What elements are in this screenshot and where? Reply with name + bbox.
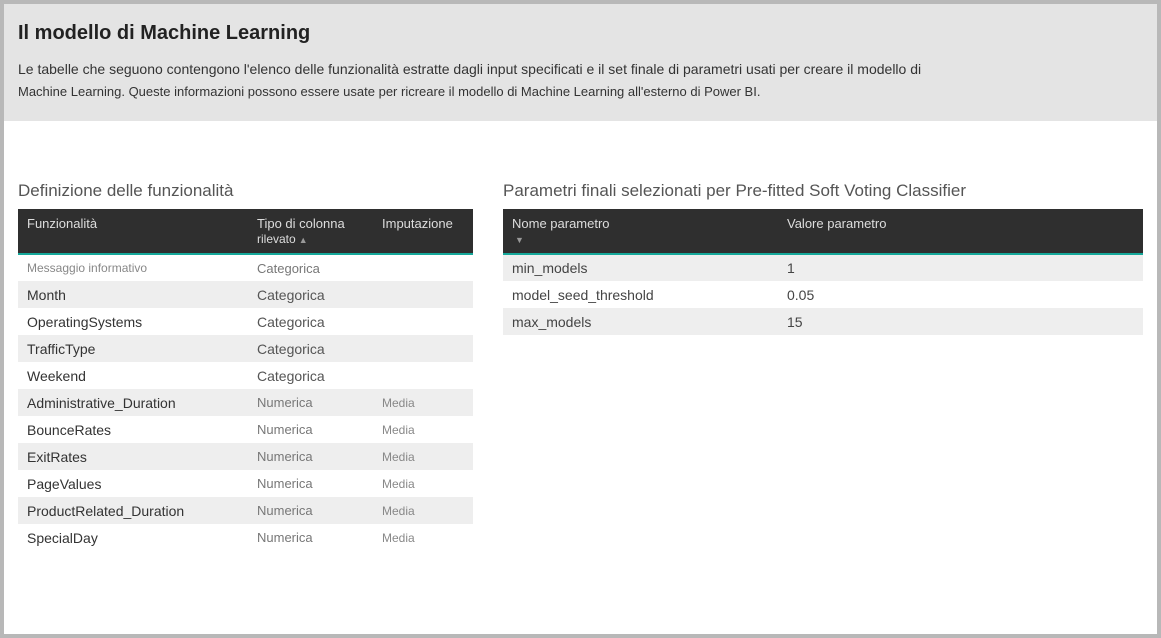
header: Il modello di Machine Learning Le tabell… [4, 4, 1157, 121]
sort-desc-icon: ▼ [515, 235, 524, 245]
table-row: model_seed_threshold0.05 [503, 281, 1143, 308]
feature-type: Categorica [248, 362, 373, 389]
param-name: min_models [503, 254, 778, 281]
feature-imputation: Media [373, 443, 473, 470]
sort-asc-icon: ▲ [299, 235, 308, 245]
features-section-title: Definizione delle funzionalità [18, 181, 473, 201]
table-row: Administrative_DurationNumericaMedia [18, 389, 473, 416]
feature-imputation [373, 281, 473, 308]
feature-name: BounceRates [18, 416, 248, 443]
table-row: ProductRelated_DurationNumericaMedia [18, 497, 473, 524]
feature-name: Month [18, 281, 248, 308]
feature-type: Categorica [248, 335, 373, 362]
feature-type: Numerica [248, 470, 373, 497]
feature-imputation [373, 335, 473, 362]
page-container: Il modello di Machine Learning Le tabell… [4, 4, 1157, 634]
table-row: Messaggio informativoCategorica [18, 254, 473, 281]
feature-type: Numerica [248, 443, 373, 470]
table-row: PageValuesNumericaMedia [18, 470, 473, 497]
feature-type: Numerica [248, 389, 373, 416]
params-table: Nome parametro▼ Valore parametro min_mod… [503, 209, 1143, 335]
table-row: MonthCategorica [18, 281, 473, 308]
param-value: 1 [778, 254, 1143, 281]
table-row: max_models15 [503, 308, 1143, 335]
table-row: min_models1 [503, 254, 1143, 281]
param-name: max_models [503, 308, 778, 335]
param-value: 15 [778, 308, 1143, 335]
feature-imputation [373, 308, 473, 335]
feature-type: Numerica [248, 497, 373, 524]
feature-name: Administrative_Duration [18, 389, 248, 416]
feature-name: SpecialDay [18, 524, 248, 551]
feature-type: Categorica [248, 308, 373, 335]
feature-imputation: Media [373, 497, 473, 524]
feature-name: TrafficType [18, 335, 248, 362]
feature-imputation [373, 254, 473, 281]
feature-imputation: Media [373, 416, 473, 443]
features-table: Funzionalità Tipo di colonna rilevato▲ I… [18, 209, 473, 551]
feature-type: Categorica [248, 281, 373, 308]
feature-name: PageValues [18, 470, 248, 497]
params-section-title: Parametri finali selezionati per Pre-fit… [503, 181, 1143, 201]
feature-name: Messaggio informativo [18, 254, 248, 281]
table-row: SpecialDayNumericaMedia [18, 524, 473, 551]
table-row: ExitRatesNumericaMedia [18, 443, 473, 470]
params-col-value[interactable]: Valore parametro [778, 209, 1143, 254]
feature-name: OperatingSystems [18, 308, 248, 335]
feature-imputation: Media [373, 524, 473, 551]
table-row: BounceRatesNumericaMedia [18, 416, 473, 443]
content-area: Definizione delle funzionalità Funzional… [4, 121, 1157, 571]
feature-imputation [373, 362, 473, 389]
feature-type: Numerica [248, 416, 373, 443]
features-col-imputation[interactable]: Imputazione [373, 209, 473, 254]
features-col-type[interactable]: Tipo di colonna rilevato▲ [248, 209, 373, 254]
params-panel: Parametri finali selezionati per Pre-fit… [503, 181, 1143, 551]
description-line-2: Machine Learning. Queste informazioni po… [18, 82, 1143, 102]
feature-type: Numerica [248, 524, 373, 551]
table-row: WeekendCategorica [18, 362, 473, 389]
feature-name: ExitRates [18, 443, 248, 470]
feature-type: Categorica [248, 254, 373, 281]
params-col-name[interactable]: Nome parametro▼ [503, 209, 778, 254]
feature-name: ProductRelated_Duration [18, 497, 248, 524]
feature-imputation: Media [373, 470, 473, 497]
feature-imputation: Media [373, 389, 473, 416]
description-line-1: Le tabelle che seguono contengono l'elen… [18, 60, 1143, 80]
feature-name: Weekend [18, 362, 248, 389]
page-title: Il modello di Machine Learning [18, 22, 1143, 45]
features-col-name[interactable]: Funzionalità [18, 209, 248, 254]
param-value: 0.05 [778, 281, 1143, 308]
param-name: model_seed_threshold [503, 281, 778, 308]
table-row: TrafficTypeCategorica [18, 335, 473, 362]
features-panel: Definizione delle funzionalità Funzional… [18, 181, 473, 551]
table-row: OperatingSystemsCategorica [18, 308, 473, 335]
